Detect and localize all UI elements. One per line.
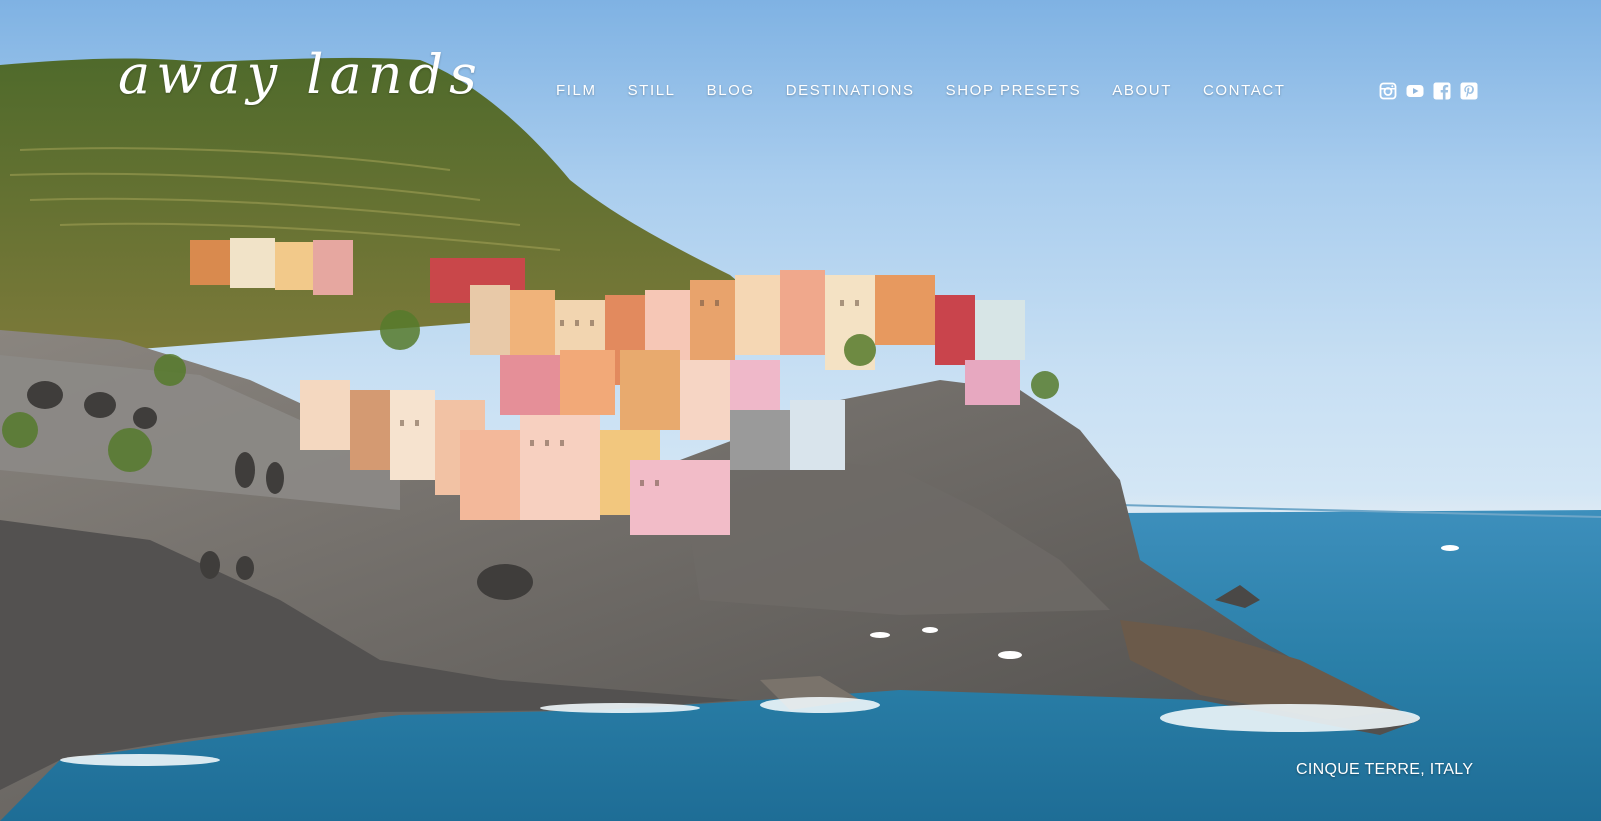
youtube-icon[interactable] — [1406, 82, 1424, 100]
site-logo[interactable]: away lands — [118, 48, 483, 102]
main-navigation: FILM STILL BLOG DESTINATIONS SHOP PRESET… — [556, 82, 1286, 99]
facebook-icon[interactable] — [1433, 82, 1451, 100]
nav-film[interactable]: FILM — [556, 82, 597, 99]
location-caption: CINQUE TERRE, ITALY — [1296, 761, 1474, 778]
nav-still[interactable]: STILL — [628, 82, 676, 99]
nav-about[interactable]: ABOUT — [1112, 82, 1172, 99]
social-links — [1379, 82, 1478, 100]
nav-shop-presets[interactable]: SHOP PRESETS — [946, 82, 1082, 99]
instagram-icon[interactable] — [1379, 82, 1397, 100]
site-header: away lands FILM STILL BLOG DESTINATIONS … — [0, 0, 1601, 180]
nav-contact[interactable]: CONTACT — [1203, 82, 1286, 99]
nav-destinations[interactable]: DESTINATIONS — [786, 82, 915, 99]
hero-section: away lands FILM STILL BLOG DESTINATIONS … — [0, 0, 1601, 821]
nav-blog[interactable]: BLOG — [707, 82, 755, 99]
pinterest-icon[interactable] — [1460, 82, 1478, 100]
